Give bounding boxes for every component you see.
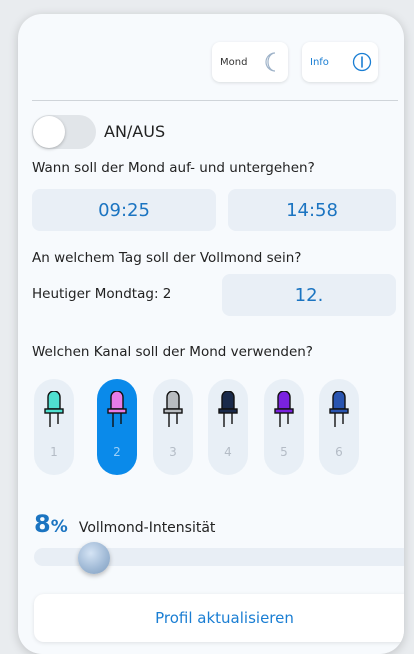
led-bulb-1: [47, 391, 61, 410]
led-icon: [218, 391, 238, 427]
intensity-unit: %: [50, 517, 68, 537]
moon-icon: [265, 52, 276, 72]
led-icon: [44, 391, 64, 427]
channel-button-1[interactable]: 1: [34, 379, 74, 475]
full-moon-day-field[interactable]: 12.: [222, 274, 396, 316]
update-profile-button[interactable]: Profil aktualisieren: [34, 594, 404, 642]
led-icon: [274, 391, 294, 427]
channel-number: 1: [50, 445, 58, 459]
rise-time-field[interactable]: 09:25: [32, 189, 216, 231]
info-icon: [352, 52, 372, 72]
intensity-label: Vollmond-Intensität: [78, 520, 216, 536]
channel-button-6[interactable]: 6: [319, 379, 359, 475]
profile-card: Mond Info AN/AUS Wann soll der Mond auf-…: [18, 14, 404, 654]
toggle-label: AN/AUS: [104, 122, 166, 141]
led-icon: [163, 391, 183, 427]
channel-number: 4: [224, 445, 232, 459]
moon-mode-button[interactable]: Mond: [212, 42, 288, 82]
led-base-1: [44, 408, 64, 414]
toggle-knob: [33, 116, 65, 148]
today-moon-day: Heutiger Mondtag: 2: [32, 286, 172, 302]
header-divider: [32, 100, 398, 101]
info-button[interactable]: Info: [302, 42, 378, 82]
channel-number: 6: [335, 445, 343, 459]
channel-button-2[interactable]: 2: [97, 379, 137, 475]
led-icon: [107, 391, 127, 427]
intensity-value: 8% Vollmond-Intensität: [34, 510, 215, 538]
power-toggle[interactable]: [32, 115, 96, 149]
info-button-label: Info: [310, 56, 329, 68]
channel-button-3[interactable]: 3: [153, 379, 193, 475]
led-icon: [329, 391, 349, 427]
channel-button-5[interactable]: 5: [264, 379, 304, 475]
channel-number: 2: [113, 445, 121, 459]
channel-button-4[interactable]: 4: [208, 379, 248, 475]
rise-set-question: Wann soll der Mond auf- und untergehen?: [32, 160, 315, 176]
intensity-slider-thumb[interactable]: [78, 542, 110, 574]
moon-button-label: Mond: [220, 56, 248, 68]
channel-number: 3: [169, 445, 177, 459]
full-moon-question: An welchem Tag soll der Vollmond sein?: [32, 250, 302, 266]
channel-number: 5: [280, 445, 288, 459]
intensity-number: 8: [34, 510, 51, 538]
channel-question: Welchen Kanal soll der Mond verwenden?: [32, 344, 313, 360]
set-time-field[interactable]: 14:58: [228, 189, 396, 231]
